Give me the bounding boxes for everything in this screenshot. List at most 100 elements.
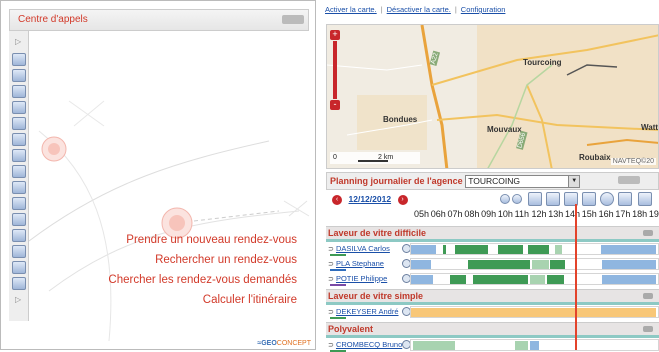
map-label-watt: Watt — [641, 123, 659, 132]
export-icon[interactable] — [638, 192, 652, 206]
action-links: Prendre un nouveau rendez-vous Recherche… — [108, 230, 297, 310]
filter-icon[interactable] — [528, 192, 542, 206]
hour-label: 10h — [497, 209, 513, 219]
toolbar-list-icon[interactable] — [12, 117, 26, 130]
appointment-block[interactable] — [411, 245, 437, 254]
resource-name-link[interactable]: DASILVA Carlos — [336, 244, 390, 253]
planning-window-control[interactable] — [618, 176, 640, 184]
zoom-out-button[interactable]: - — [330, 100, 340, 110]
appointment-block[interactable] — [412, 341, 455, 350]
appointment-block[interactable] — [555, 245, 563, 254]
route-calc-link[interactable]: Calculer l'itinéraire — [108, 290, 297, 310]
toolbar-settings-icon[interactable] — [12, 213, 26, 226]
group-name: Polyvalent — [328, 324, 374, 334]
agency-select[interactable]: TOURCOING ▼ — [465, 175, 581, 189]
group-collapse-icon[interactable] — [643, 326, 653, 332]
map-view[interactable]: + - Tourcoing Bondues Mouvaux Roubaix Wa… — [326, 24, 659, 169]
date-link[interactable]: 12/12/2012 — [349, 194, 392, 204]
group-collapse-icon[interactable] — [643, 230, 653, 236]
toolbar-down-arrow-icon[interactable]: ▷ — [15, 295, 21, 304]
toggle-icon[interactable] — [512, 194, 522, 204]
globe-icon[interactable] — [600, 192, 614, 206]
appointment-block[interactable] — [411, 275, 433, 284]
map-copyright: NAVTEQ©20 — [610, 158, 656, 165]
person-icon: ⊃ — [328, 261, 334, 268]
hour-label: 18h — [632, 209, 648, 219]
appointment-block[interactable] — [473, 275, 529, 284]
resource-name-link[interactable]: CROMBECQ Bruno — [336, 340, 402, 349]
help-icon[interactable] — [582, 192, 596, 206]
hour-label: 05h — [414, 209, 430, 219]
toolbar-document-icon[interactable] — [12, 165, 26, 178]
configuration-link[interactable]: Configuration — [461, 5, 506, 14]
appointment-block[interactable] — [602, 260, 656, 269]
appointment-block[interactable] — [530, 275, 546, 284]
list-icon[interactable] — [618, 192, 632, 206]
zoom-slider[interactable] — [333, 41, 337, 99]
map-scale-bar: 0 2 km — [330, 152, 420, 164]
appointment-block[interactable] — [411, 260, 432, 269]
resource-name-link[interactable]: POTIE Philippe — [336, 274, 387, 283]
calendar-icon[interactable] — [546, 192, 560, 206]
schedule-lane[interactable] — [410, 339, 659, 351]
toolbar-export-icon[interactable] — [12, 277, 26, 290]
appointment-block[interactable] — [411, 308, 656, 317]
appointment-block[interactable] — [442, 245, 447, 254]
hour-label: 08h — [464, 209, 480, 219]
group-name: Laveur de vitre difficile — [328, 228, 427, 238]
resource-name-link[interactable]: PLA Stephane — [336, 259, 384, 268]
toolbar-people-icon[interactable] — [12, 181, 26, 194]
refresh-icon[interactable] — [500, 194, 510, 204]
toolbar-grid-icon[interactable] — [12, 197, 26, 210]
next-day-icon[interactable]: › — [397, 194, 408, 205]
toolbar-up-arrow-icon[interactable]: ▷ — [15, 37, 21, 46]
group-header[interactable]: Polyvalent — [326, 322, 659, 335]
appointment-block[interactable] — [531, 260, 549, 269]
toolbar-refresh-icon[interactable] — [12, 85, 26, 98]
appointment-block[interactable] — [530, 341, 539, 350]
resource-name-link[interactable]: DEKEYSER André — [336, 307, 399, 316]
toolbar-edit-icon[interactable] — [12, 133, 26, 146]
zoom-in-button[interactable]: + — [330, 30, 340, 40]
group-collapse-icon[interactable] — [643, 293, 653, 299]
map-label-tourcoing: Tourcoing — [523, 58, 562, 67]
deactivate-map-link[interactable]: Désactiver la carte. — [387, 5, 451, 14]
toolbar-phone-icon[interactable] — [12, 245, 26, 258]
new-appointment-link[interactable]: Prendre un nouveau rendez-vous — [108, 230, 297, 250]
resource-row: ⊃ DASILVA Carlos — [326, 242, 416, 256]
requested-appointments-link[interactable]: Chercher les rendez-vous demandés — [108, 270, 297, 290]
toolbar-map-icon[interactable] — [12, 229, 26, 242]
appointment-block[interactable] — [600, 245, 656, 254]
person-icon: ⊃ — [328, 342, 334, 349]
prev-day-icon[interactable]: ‹ — [332, 194, 342, 205]
chevron-down-icon[interactable]: ▼ — [568, 176, 580, 188]
schedule-lane[interactable] — [410, 306, 659, 318]
group-header[interactable]: Laveur de vitre simple — [326, 289, 659, 302]
appointment-block[interactable] — [515, 341, 529, 350]
appointment-block[interactable] — [498, 245, 524, 254]
appointment-block[interactable] — [550, 260, 566, 269]
search-appointment-link[interactable]: Rechercher un rendez-vous — [108, 250, 297, 270]
toolbar-calendar-icon[interactable] — [12, 101, 26, 114]
toolbar-user-icon[interactable] — [12, 53, 26, 66]
map-label-bondues: Bondues — [383, 115, 418, 124]
window-controls[interactable] — [282, 15, 304, 24]
appointment-block[interactable] — [546, 275, 564, 284]
appointment-block[interactable] — [602, 275, 656, 284]
appointment-block[interactable] — [454, 245, 489, 254]
resource-row: ⊃ POTIE Philippe — [326, 272, 416, 286]
appointment-block[interactable] — [528, 245, 549, 254]
person-icon: ⊃ — [328, 276, 334, 283]
date-navigation: ‹ 12/12/2012 › — [326, 191, 659, 207]
toolbar-add-icon[interactable] — [12, 69, 26, 82]
appointment-block[interactable] — [468, 260, 531, 269]
toolbar-route-icon[interactable] — [12, 261, 26, 274]
schedule-lane[interactable] — [410, 243, 659, 255]
appointment-block[interactable] — [449, 275, 467, 284]
schedule-lane[interactable] — [410, 258, 659, 270]
toolbar-chart-icon[interactable] — [12, 149, 26, 162]
activate-map-link[interactable]: Activer la carte. — [325, 5, 377, 14]
schedule-lane[interactable] — [410, 273, 659, 285]
hour-label: 11h — [514, 209, 530, 219]
group-header[interactable]: Laveur de vitre difficile — [326, 226, 659, 239]
